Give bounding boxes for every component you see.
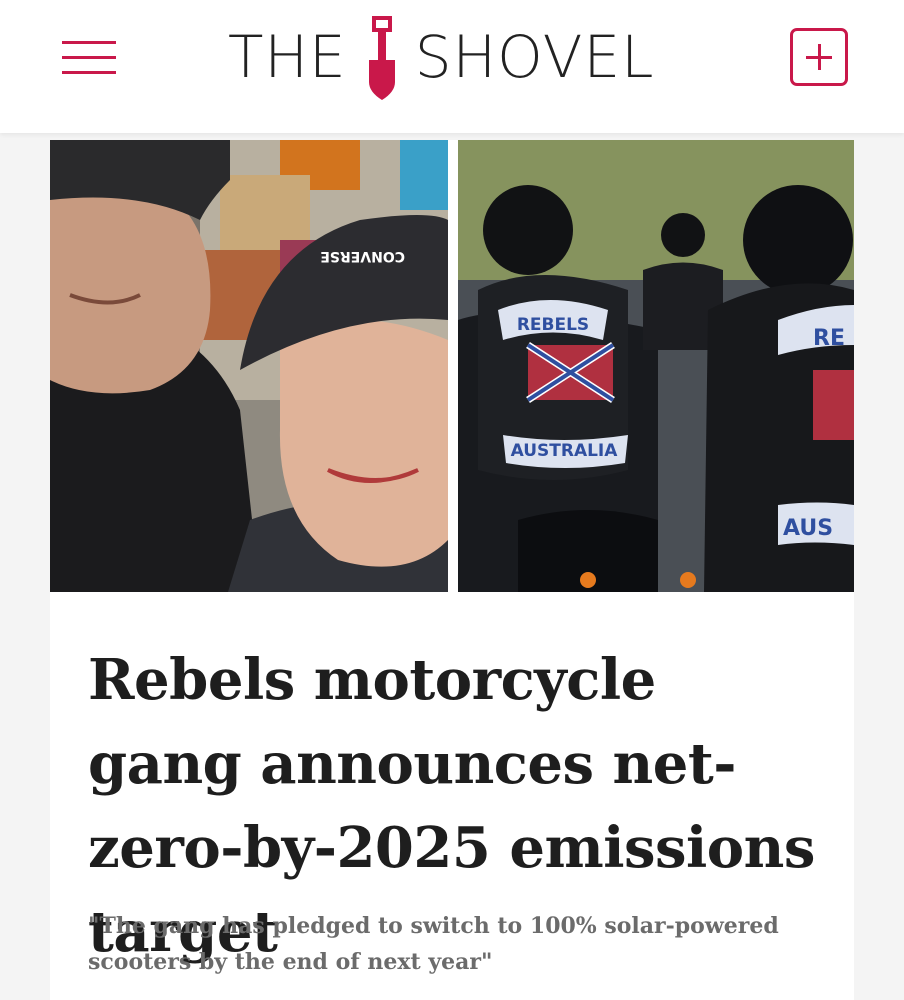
rebels-patch-right-bottom: AUS — [783, 516, 833, 541]
riders-photo: REBELS AUSTRALIA RE AUS — [458, 140, 854, 592]
selfie-photo: CONVERSE — [50, 140, 448, 592]
article-card[interactable]: CONVERSE REBELS AUSTRALIA RE AUS Rebels … — [50, 140, 854, 1000]
rebels-patch-top: REBELS — [517, 315, 589, 335]
logo-text-the: THE — [228, 23, 347, 91]
shovel-icon — [368, 16, 395, 100]
site-header: THE SHOVEL — [0, 0, 904, 133]
article-standfirst: "The gang has pledged to switch to 100% … — [88, 913, 779, 975]
rebels-patch-bottom: AUSTRALIA — [511, 441, 619, 461]
hamburger-menu-icon[interactable] — [62, 38, 116, 78]
rebels-patch-right-top: RE — [813, 326, 845, 351]
article-photo-left: CONVERSE — [50, 140, 448, 592]
article-photo-right: REBELS AUSTRALIA RE AUS — [458, 140, 854, 592]
logo-text-shovel: SHOVEL — [414, 23, 655, 91]
plus-icon[interactable] — [790, 28, 848, 86]
site-logo[interactable]: THE SHOVEL — [228, 12, 654, 102]
cap-brand-text: CONVERSE — [320, 248, 405, 264]
